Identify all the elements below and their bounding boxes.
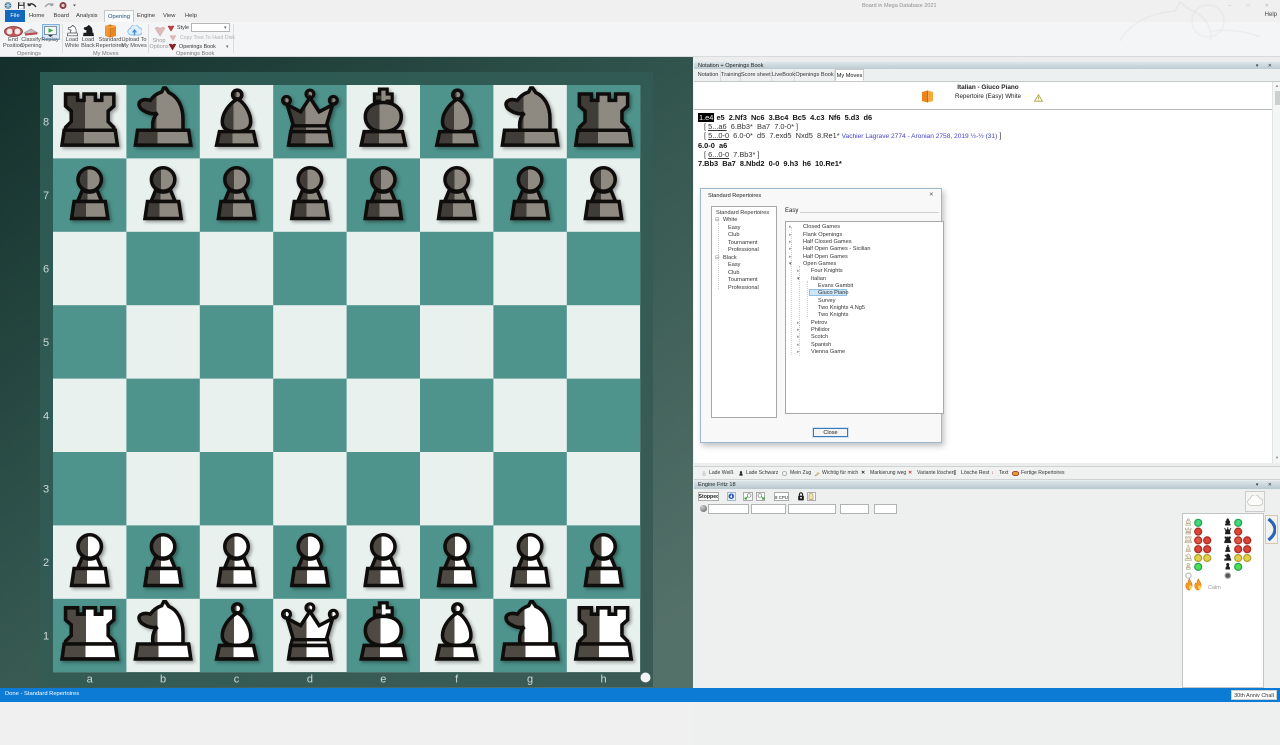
svg-text:g: g [527,674,533,686]
svg-text:8: 8 [43,117,49,129]
svg-text:4: 4 [43,410,49,422]
svg-text:Calm: Calm [1208,585,1221,591]
svg-text:5: 5 [43,337,49,349]
svg-text:b: b [160,674,166,686]
svg-text:d: d [307,674,313,686]
svg-text:a: a [87,674,94,686]
svg-text:1: 1 [43,631,49,643]
svg-text:7: 7 [43,190,49,202]
svg-text:6: 6 [43,264,49,276]
svg-text:3: 3 [43,484,49,496]
svg-text:2: 2 [43,557,49,569]
svg-text:e: e [380,674,386,686]
svg-text:h: h [600,674,606,686]
svg-text:c: c [234,674,240,686]
